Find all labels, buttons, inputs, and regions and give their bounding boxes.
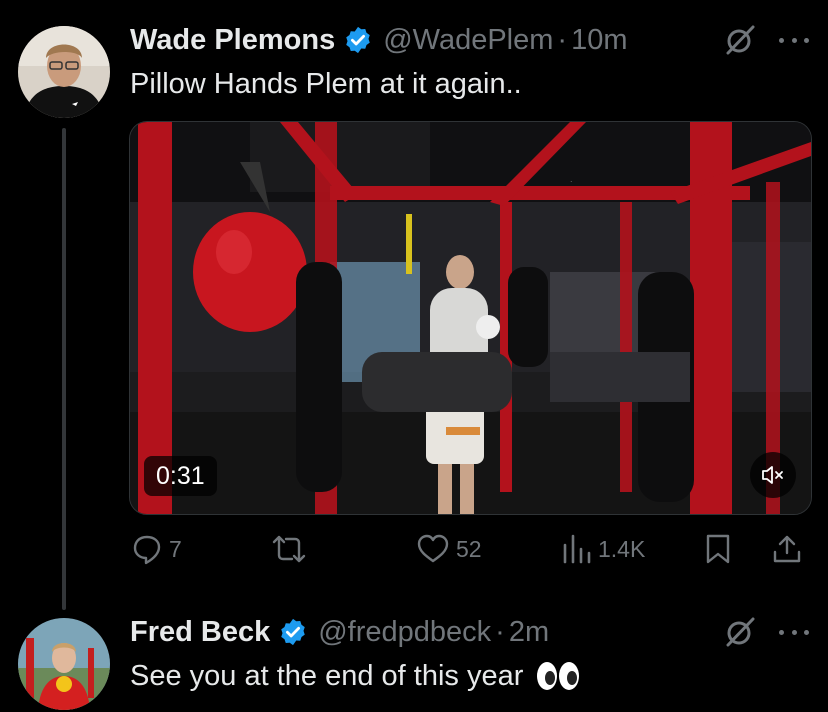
repost-icon — [272, 535, 306, 563]
views-button[interactable]: 1.4K — [562, 532, 645, 566]
mute-icon — [762, 466, 783, 484]
reply-count: 7 — [169, 535, 182, 562]
timestamp[interactable]: 2m — [509, 616, 549, 649]
display-name[interactable]: Wade Plemons — [130, 24, 335, 57]
mute-button[interactable] — [750, 452, 796, 498]
more-options-icon[interactable] — [779, 38, 809, 48]
eyes-emoji-icon — [537, 662, 580, 690]
avatar[interactable] — [18, 26, 110, 118]
handle[interactable]: @fredpdbeck — [318, 616, 491, 649]
tweet-header: Wade Plemons @WadePlem · 10m — [130, 22, 628, 58]
tweet-text-content: See you at the end of this year — [130, 660, 524, 692]
bookmark-icon — [706, 534, 730, 564]
repost-button[interactable] — [271, 532, 313, 566]
separator-dot: · — [557, 23, 568, 56]
grok-icon[interactable] — [724, 616, 756, 648]
separator-dot: · — [495, 615, 505, 648]
video-player[interactable]: . 0:31 — [129, 121, 812, 515]
reply-icon — [133, 535, 161, 565]
verified-badge-icon — [346, 26, 370, 54]
tweet-header: Fred Beck @fredpdbeck · 2m — [130, 614, 549, 650]
tweet-text: See you at the end of this year — [130, 660, 581, 693]
more-options-icon[interactable] — [779, 630, 809, 640]
tweet-text: Pillow Hands Plem at it again.. — [130, 68, 522, 100]
reply-button[interactable]: 7 — [131, 532, 182, 566]
like-button[interactable]: 52 — [416, 532, 482, 566]
share-icon — [773, 535, 801, 563]
video-duration: 0:31 — [144, 456, 217, 496]
tweet[interactable]: Wade Plemons @WadePlem · 10m Pillow Hand… — [0, 0, 828, 610]
share-button[interactable] — [772, 532, 802, 566]
like-count: 52 — [456, 535, 482, 562]
handle[interactable]: @WadePlem — [383, 24, 553, 57]
like-icon — [417, 534, 449, 563]
bookmark-button[interactable] — [704, 532, 732, 566]
tweet-actions: 7 52 1.4K — [0, 532, 828, 566]
avatar[interactable] — [18, 618, 110, 710]
video-frame: . — [130, 122, 811, 514]
grok-icon[interactable] — [724, 24, 756, 56]
svg-text:.: . — [570, 174, 573, 184]
tweet[interactable]: Fred Beck @fredpdbeck · 2m See you at th… — [0, 590, 828, 712]
verified-badge-icon — [281, 618, 305, 646]
views-icon — [563, 534, 591, 564]
views-count: 1.4K — [598, 535, 646, 562]
timestamp[interactable]: 10m — [571, 24, 627, 57]
display-name[interactable]: Fred Beck — [130, 616, 270, 649]
